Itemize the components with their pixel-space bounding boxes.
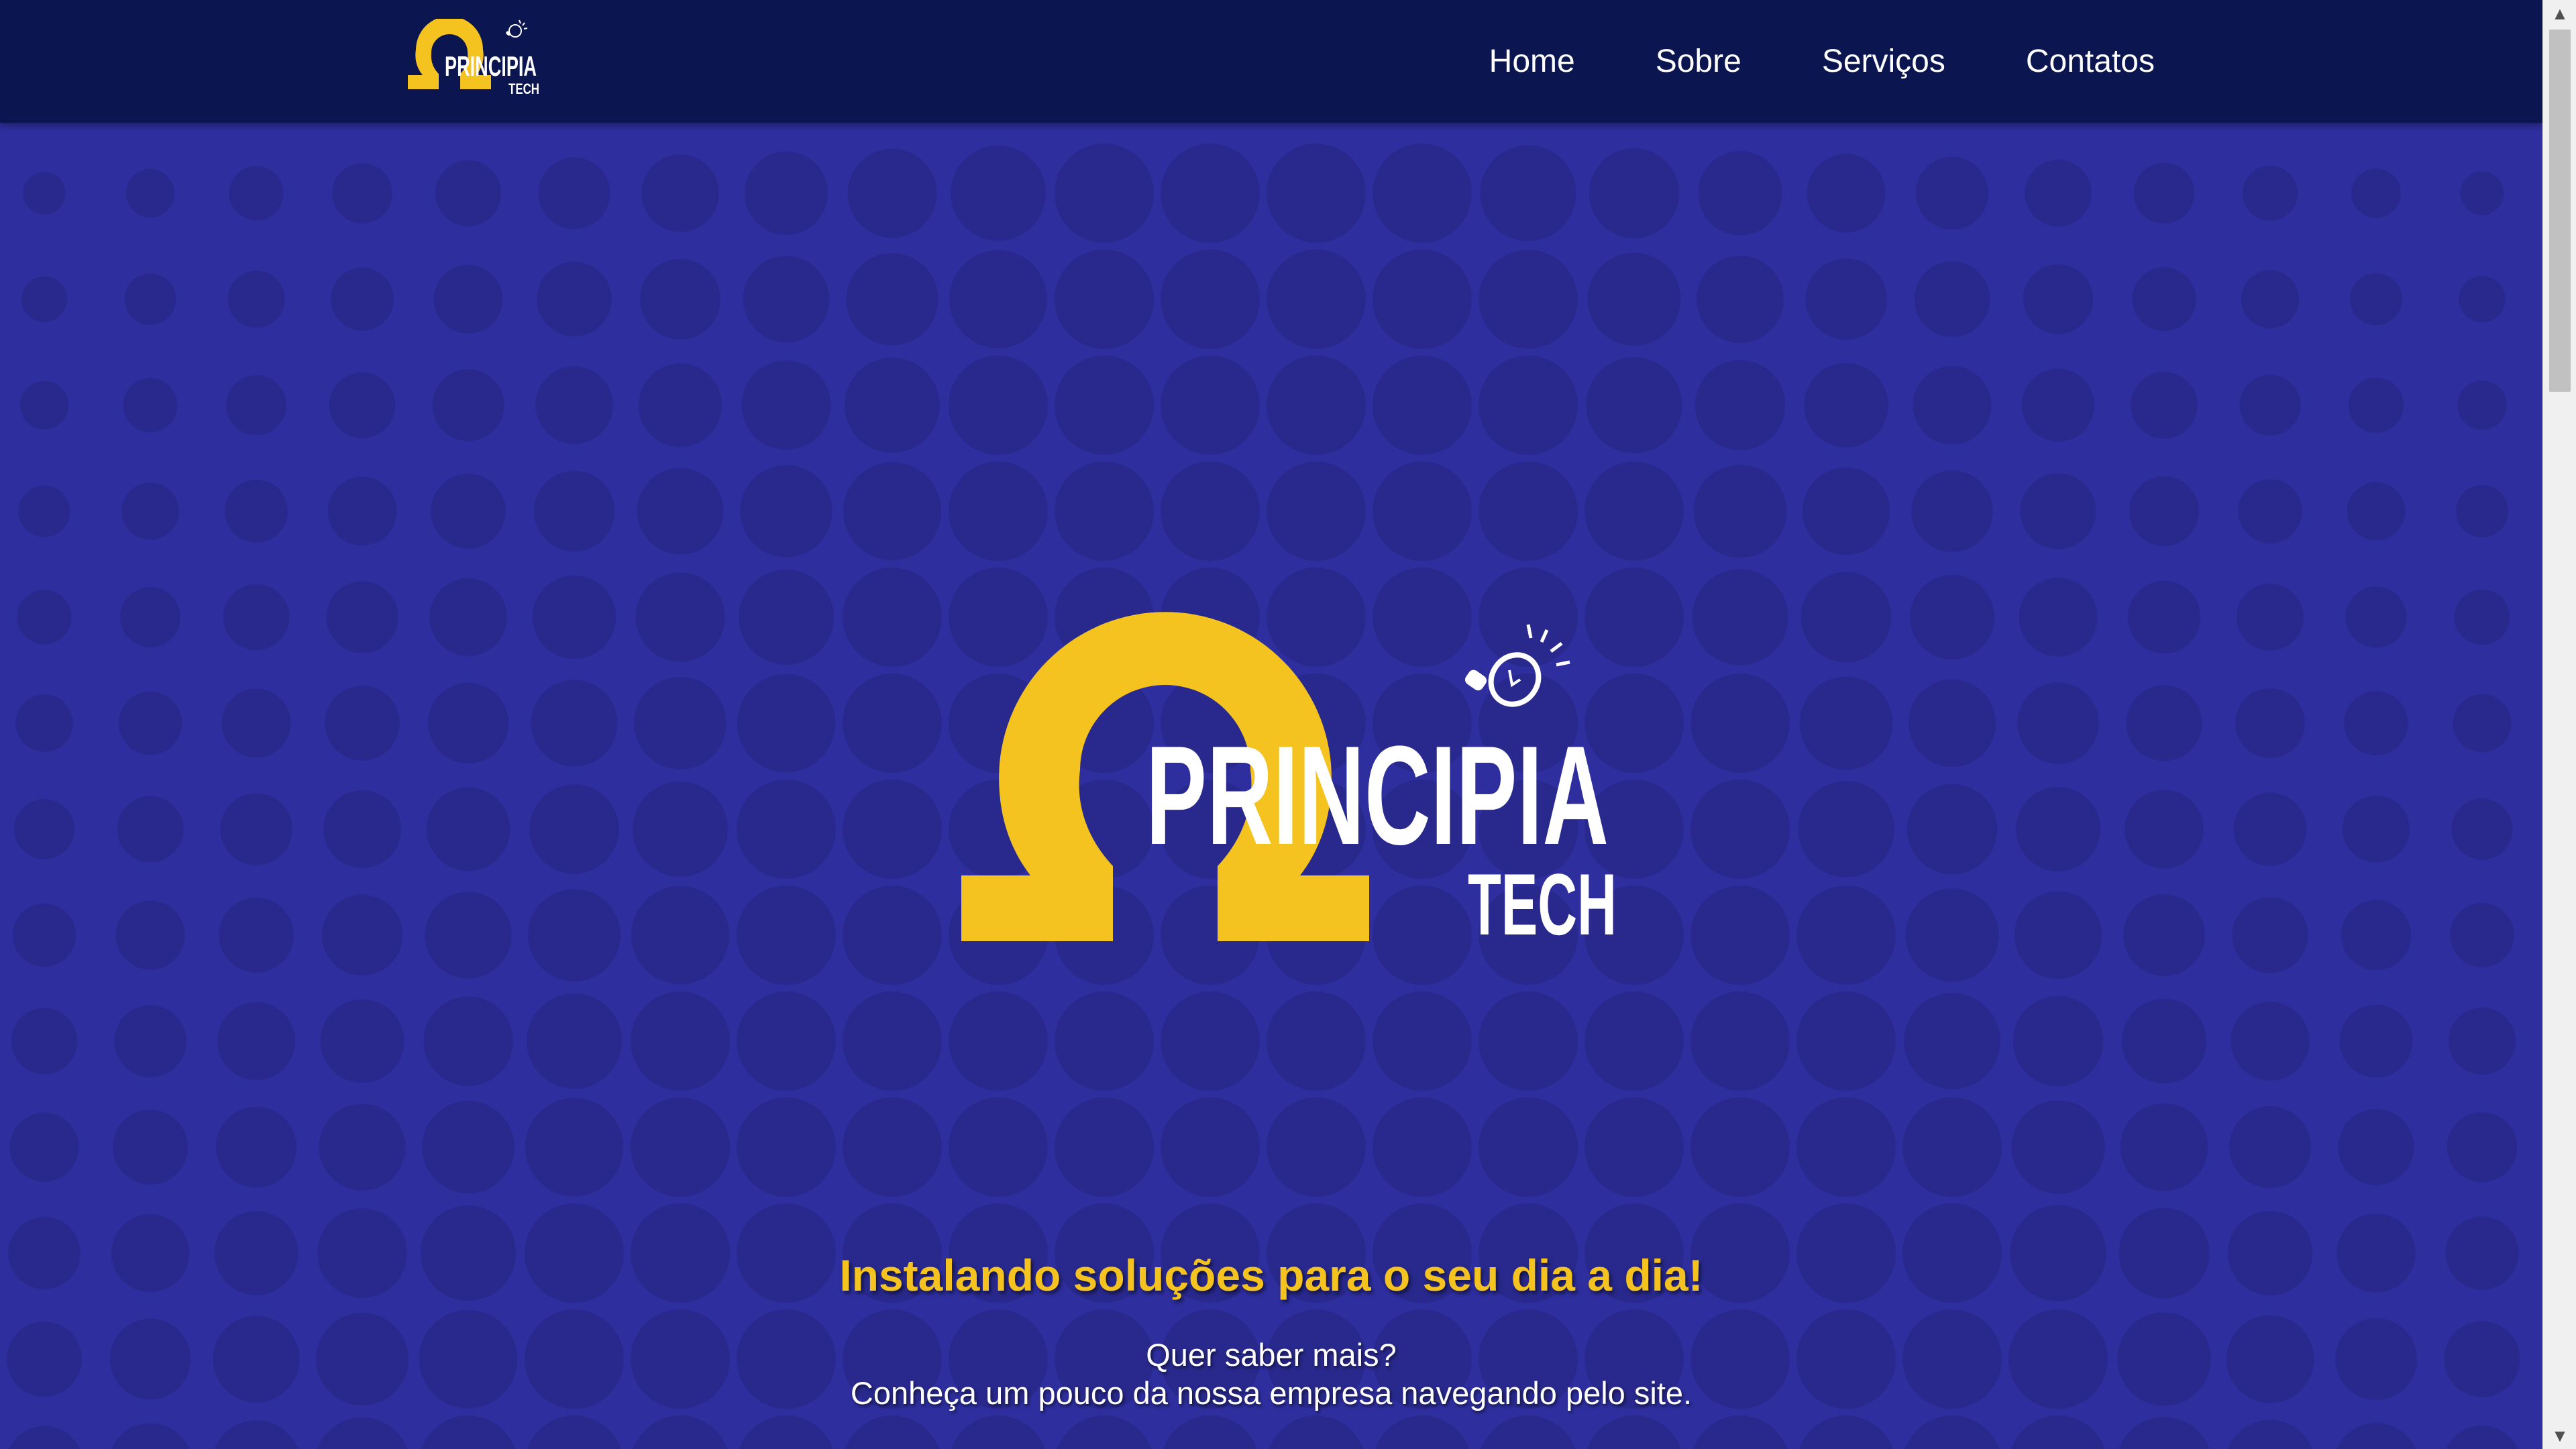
nav-contatos[interactable]: Contatos	[2026, 43, 2155, 80]
chevron-down-icon[interactable]: ▼	[2543, 1422, 2576, 1449]
hero-logo: PRINCIPIA TECH	[961, 612, 1617, 953]
vertical-scrollbar[interactable]: ▲ ▼	[2542, 0, 2576, 1449]
hero-subtext-line-2: Conheça um pouco da nossa empresa navega…	[850, 1375, 1693, 1411]
nav-servicos[interactable]: Serviços	[1822, 43, 1945, 80]
site-header: PRINCIPIA TECH Home Sobre Serviços Conta…	[0, 0, 2542, 123]
hero-section: PRINCIPIA TECH Instalando soluções para …	[0, 123, 2542, 1449]
logo-subword: TECH	[508, 80, 539, 96]
hero-logo-subword: TECH	[1468, 855, 1617, 953]
lightbulb-icon	[1464, 624, 1570, 707]
nav-home[interactable]: Home	[1489, 43, 1575, 80]
logo-wordmark: PRINCIPIA	[445, 50, 537, 82]
nav-sobre[interactable]: Sobre	[1656, 43, 1741, 80]
lightbulb-icon	[506, 19, 528, 38]
hero-logo-wordmark: PRINCIPIA	[1146, 716, 1609, 874]
main-nav: Home Sobre Serviços Contatos	[1489, 0, 2155, 123]
hero-subtext: Quer saber mais? Conheça um pouco da nos…	[0, 1336, 2542, 1412]
chevron-up-icon[interactable]: ▲	[2543, 0, 2576, 27]
scrollbar-thumb[interactable]	[2549, 30, 2571, 392]
header-logo[interactable]: PRINCIPIA TECH	[402, 19, 547, 96]
hero-tagline: Instalando soluções para o seu dia a dia…	[839, 1250, 1703, 1300]
hero-subtext-line-1: Quer saber mais?	[1146, 1337, 1397, 1373]
